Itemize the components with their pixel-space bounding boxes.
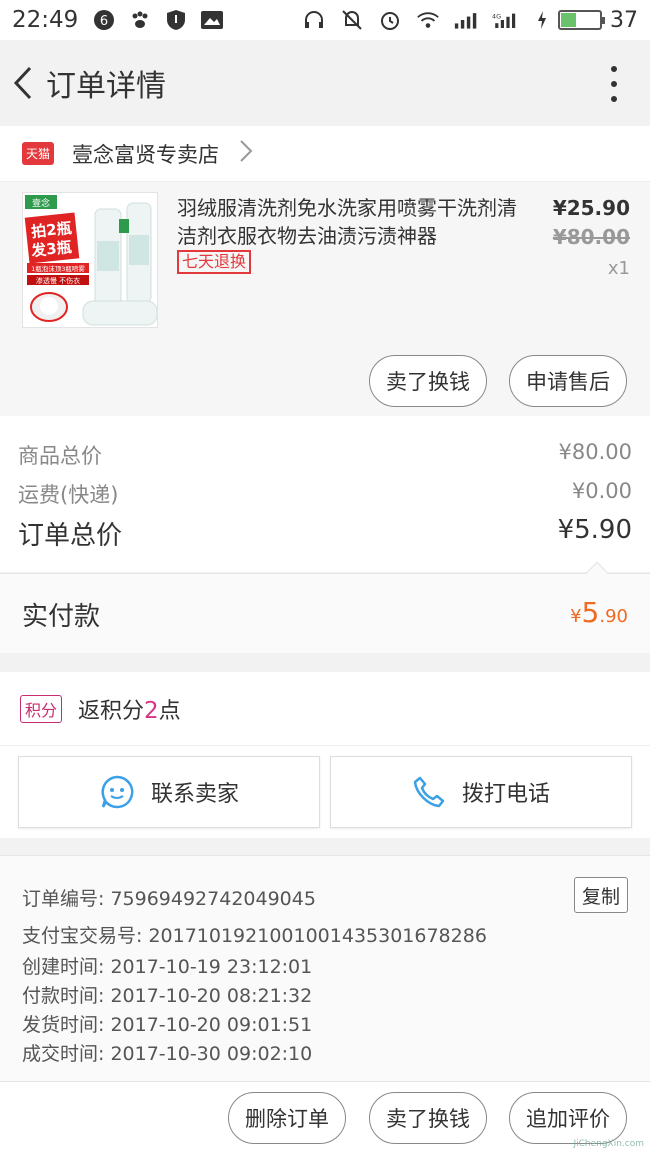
paid-decimal: .90 (599, 606, 628, 627)
points-number: 2 (144, 697, 159, 724)
shipped-time: 发货时间: 2017-10-20 09:01:51 (22, 1014, 313, 1036)
watermark: JiChengXin.com (573, 1139, 644, 1149)
copy-button[interactable]: 复制 (574, 877, 628, 913)
points-prefix: 返积分 (78, 698, 145, 724)
order-info: 订单编号: 75969492742049045 复制 支付宝交易号: 20171… (0, 855, 650, 1081)
points-text: 返积分2点 (78, 693, 181, 725)
order-total-label: 订单总价 (18, 521, 123, 551)
seven-day-return-tag: 七天退换 (177, 250, 252, 274)
paid-currency: ¥ (570, 606, 582, 627)
paw-icon (128, 8, 152, 32)
image-tagline1: 1瓶泡沫顶3瓶喷雾 (31, 264, 85, 273)
sell-for-cash-button[interactable]: 卖了换钱 (369, 355, 487, 407)
order-number: 订单编号: 75969492742049045 (22, 888, 316, 910)
sell-for-cash-bottom-button[interactable]: 卖了换钱 (369, 1092, 487, 1144)
status-time: 22:49 (12, 7, 79, 33)
goods-total-label: 商品总价 (18, 444, 102, 468)
headset-icon (302, 8, 326, 32)
status-bar: 22:49 6 4G 37 (0, 0, 650, 40)
store-row[interactable]: 天猫 壹念富贤专卖店 (0, 126, 650, 182)
actual-paid-amount: ¥5.90 (570, 596, 628, 629)
phone-icon (413, 776, 445, 808)
bottom-action-bar: 删除订单 卖了换钱 追加评价 JiChengXin.com (0, 1081, 650, 1155)
after-sale-button[interactable]: 申请售后 (509, 355, 627, 407)
paid-integer: 5 (581, 596, 600, 629)
tmall-badge: 天猫 (22, 142, 55, 165)
alarm-icon (378, 8, 402, 32)
nav-bar: 订单详情 (0, 40, 650, 126)
chevron-left-icon (13, 66, 32, 100)
battery-icon (558, 10, 605, 30)
product-price: ¥25.90 (552, 196, 630, 220)
product-quantity: x1 (607, 258, 630, 279)
image-icon (200, 8, 224, 32)
nfc-icon: 6 (92, 8, 116, 32)
delete-order-button[interactable]: 删除订单 (228, 1092, 346, 1144)
shipping-row: 运费(快递) ¥0.00 (18, 479, 632, 509)
points-row: 积分 返积分2点 (0, 672, 650, 746)
points-badge: 积分 (20, 694, 63, 723)
alipay-number: 支付宝交易号: 2017101921001001435301678286 (22, 925, 487, 947)
actual-paid-label: 实付款 (22, 602, 101, 632)
chevron-right-icon (239, 139, 253, 169)
contact-seller-label: 联系卖家 (150, 782, 239, 807)
points-suffix: 点 (158, 698, 181, 724)
order-total-value: ¥5.90 (557, 515, 632, 545)
product-image[interactable]: 壹念 拍2瓶 发3瓶 1瓶泡沫顶3瓶喷雾 渗透慢 不伤衣 (22, 192, 158, 328)
shipping-value: ¥0.00 (571, 479, 632, 503)
created-time: 创建时间: 2017-10-19 23:12:01 (22, 956, 313, 978)
wifi-icon (416, 8, 440, 32)
page-title: 订单详情 (46, 69, 166, 104)
paid-time: 付款时间: 2017-10-20 08:21:32 (22, 985, 313, 1007)
product-card: 壹念 拍2瓶 发3瓶 1瓶泡沫顶3瓶喷雾 渗透慢 不伤衣 羽绒服清洗剂免水洗家用… (0, 182, 650, 416)
signal-icon (454, 8, 478, 32)
signal-4g-icon: 4G (492, 8, 516, 32)
more-dot-icon (611, 66, 617, 72)
add-review-button[interactable]: 追加评价 (509, 1092, 627, 1144)
product-original-price: ¥80.00 (552, 225, 630, 249)
call-phone-label: 拨打电话 (461, 782, 550, 807)
store-name: 壹念富贤专卖店 (72, 142, 220, 167)
shipping-label: 运费(快递) (18, 483, 119, 507)
more-dot-icon (611, 81, 617, 87)
order-total-row: 订单总价 ¥5.90 (18, 515, 632, 552)
svg-text:4G: 4G (492, 12, 501, 20)
back-button[interactable] (0, 40, 46, 126)
image-brand: 壹念 (32, 197, 50, 209)
goods-total-row: 商品总价 ¥80.00 (18, 440, 632, 470)
call-phone-button[interactable]: 拨打电话 (330, 756, 632, 828)
closed-time: 成交时间: 2017-10-30 09:02:10 (22, 1043, 313, 1065)
svg-text:6: 6 (100, 14, 108, 29)
contact-seller-button[interactable]: 联系卖家 (18, 756, 320, 828)
mute-icon (340, 8, 364, 32)
image-tagline2: 渗透慢 不伤衣 (36, 276, 80, 285)
charging-icon (530, 8, 554, 32)
shield-icon (164, 8, 188, 32)
more-menu-button[interactable] (606, 66, 622, 102)
chat-smile-icon (101, 775, 134, 809)
contact-row: 联系卖家 拨打电话 (0, 746, 650, 838)
price-summary: 商品总价 ¥80.00 运费(快递) ¥0.00 订单总价 ¥5.90 (0, 416, 650, 572)
goods-total-value: ¥80.00 (558, 440, 632, 464)
battery-level: 37 (610, 7, 638, 33)
product-title[interactable]: 羽绒服清洗剂免水洗家用喷雾干洗剂清洁剂衣服衣物去油渍污渍神器 (177, 194, 517, 250)
more-dot-icon (611, 96, 617, 102)
actual-paid-row: 实付款 ¥5.90 (0, 561, 650, 653)
